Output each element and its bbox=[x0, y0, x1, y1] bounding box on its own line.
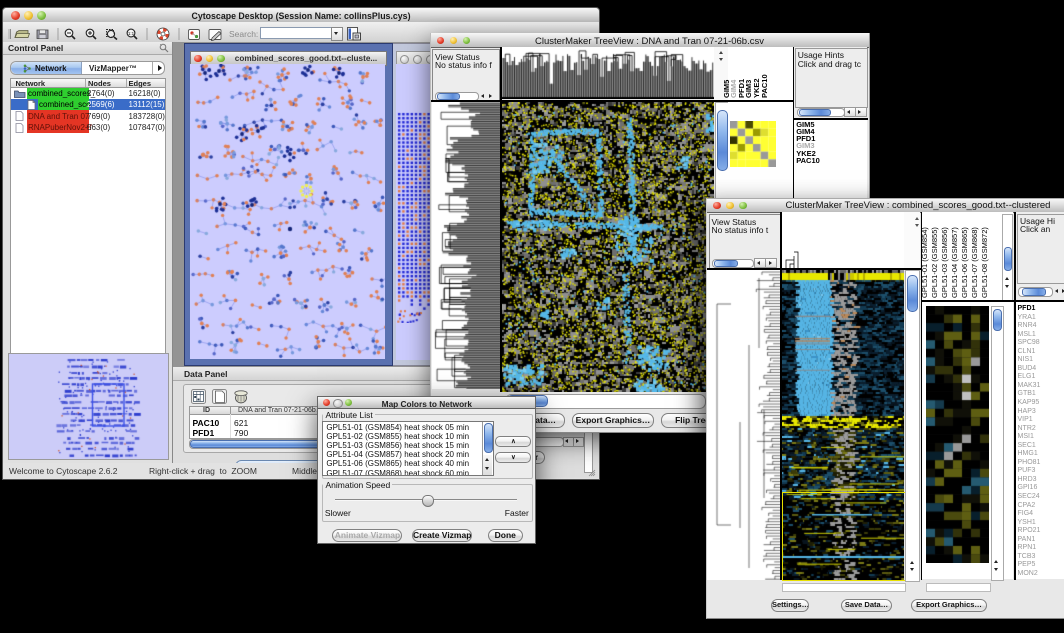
svg-text:1:1: 1:1 bbox=[128, 31, 135, 36]
